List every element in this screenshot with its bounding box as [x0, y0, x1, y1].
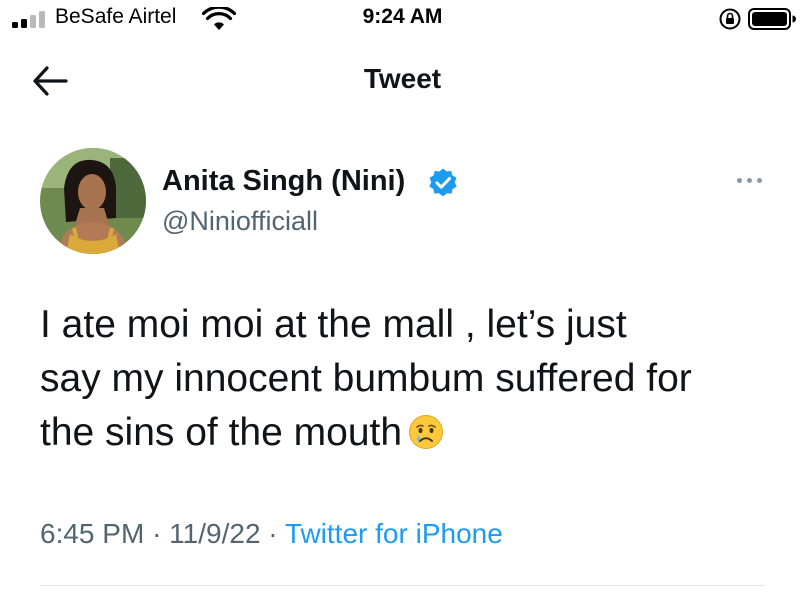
tweet-text: I ate moi moi at the mall , let’s just s…: [40, 298, 790, 460]
tweet-meta: 6:45 PM · 11/9/22 · Twitter for iPhone: [40, 518, 503, 550]
tweet-text-line: say my innocent bumbum suffered for: [40, 357, 692, 400]
tweet-date[interactable]: 11/9/22: [169, 518, 260, 549]
author-name[interactable]: Anita Singh (Nini): [162, 165, 405, 198]
tweet-text-line: the sins of the mouth: [40, 411, 403, 454]
divider: [40, 585, 765, 586]
meta-separator: ·: [152, 518, 162, 549]
rotation-lock-icon: [719, 8, 741, 30]
tweet-time[interactable]: 6:45 PM: [40, 518, 144, 549]
status-time: 9:24 AM: [362, 5, 443, 28]
more-dots-icon: [737, 178, 742, 183]
meta-separator: ·: [268, 518, 278, 549]
nav-bar: Tweet: [0, 40, 805, 124]
avatar[interactable]: [40, 148, 146, 254]
profile-photo: [40, 148, 146, 254]
tweet-source-link[interactable]: Twitter for iPhone: [285, 518, 503, 549]
page-title: Tweet: [363, 63, 442, 94]
tweet-text-line: I ate moi moi at the mall , let’s just: [40, 303, 627, 346]
crying-face-emoji-icon: [409, 415, 444, 449]
status-bar: BeSafe Airtel 9:24 AM: [0, 0, 805, 40]
battery-icon: [748, 8, 796, 30]
verified-badge-icon: [429, 168, 457, 197]
author-handle[interactable]: @Niniofficiall: [162, 206, 318, 237]
more-options-button[interactable]: [733, 170, 767, 190]
